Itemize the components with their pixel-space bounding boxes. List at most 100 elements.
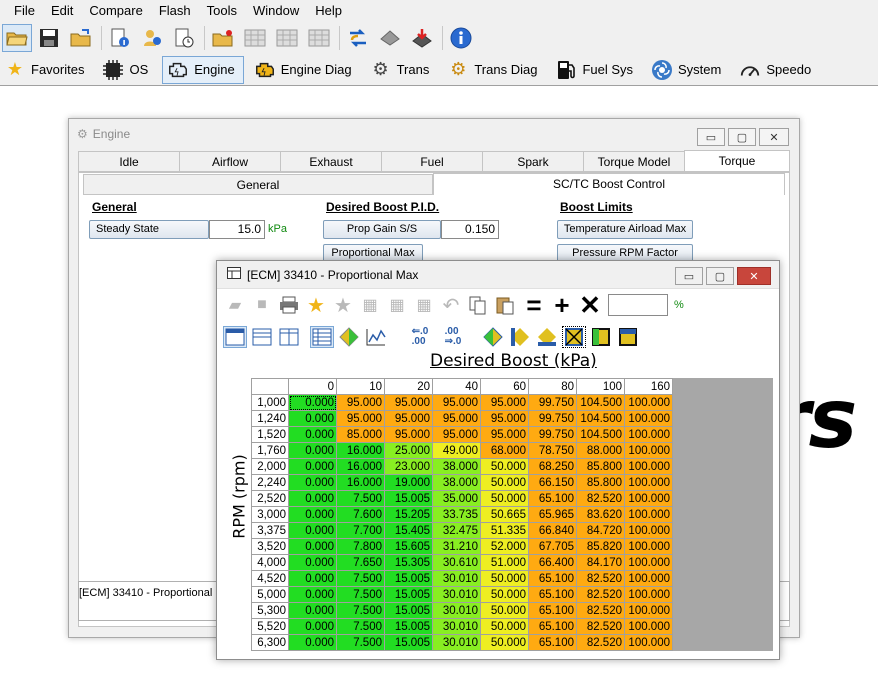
table-cell[interactable]: 100.000 [624, 554, 673, 571]
table-cell[interactable]: 85.820 [576, 538, 625, 555]
table-cell[interactable]: 50.665 [480, 506, 529, 523]
table-cell[interactable]: 15.205 [384, 506, 433, 523]
file-clock-button[interactable] [169, 24, 199, 52]
nav-system[interactable]: System [647, 56, 729, 84]
column-header[interactable]: 100 [576, 378, 625, 395]
column-header[interactable]: 80 [528, 378, 577, 395]
table-cell[interactable]: 15.305 [384, 554, 433, 571]
table-cell[interactable]: 7.500 [336, 586, 385, 603]
table-cell[interactable]: 50.000 [480, 490, 529, 507]
row-header[interactable]: 5,000 [251, 586, 289, 603]
table-minimize-button[interactable]: ▭ [675, 267, 703, 285]
vehicle-info-button[interactable] [137, 24, 167, 52]
table-cell[interactable]: 82.520 [576, 602, 625, 619]
table-cell[interactable]: 82.520 [576, 586, 625, 603]
table-cell[interactable]: 95.000 [432, 410, 481, 427]
menu-flash[interactable]: Flash [151, 0, 199, 22]
view-vertical-split-button[interactable] [277, 326, 301, 348]
table-cell[interactable]: 0.000 [288, 586, 337, 603]
table-cell[interactable]: 78.750 [528, 442, 577, 459]
table-cell[interactable]: 85.000 [336, 426, 385, 443]
row-header[interactable]: 2,240 [251, 474, 289, 491]
menu-window[interactable]: Window [245, 0, 307, 22]
menu-compare[interactable]: Compare [81, 0, 150, 22]
table-cell[interactable]: 68.250 [528, 458, 577, 475]
view-single-button[interactable] [223, 326, 247, 348]
set-equals-button[interactable]: = [520, 290, 548, 320]
table-cell[interactable]: 100.000 [624, 442, 673, 459]
table-cell[interactable]: 38.000 [432, 474, 481, 491]
table-cell[interactable]: 0.000 [288, 522, 337, 539]
table-cell[interactable]: 65.100 [528, 570, 577, 587]
table-cell[interactable]: 104.500 [576, 426, 625, 443]
table-cell[interactable]: 82.520 [576, 618, 625, 635]
table-cell[interactable]: 35.000 [432, 490, 481, 507]
table-cell[interactable]: 16.000 [336, 474, 385, 491]
table-cell[interactable]: 15.605 [384, 538, 433, 555]
decimal-increase-button[interactable]: .00 ⇒.0 [438, 326, 468, 348]
row-header[interactable]: 4,520 [251, 570, 289, 587]
tab-exhaust[interactable]: Exhaust [280, 151, 381, 172]
table-cell[interactable]: 100.000 [624, 538, 673, 555]
interpolate-button-6[interactable] [616, 326, 640, 348]
table-cell[interactable]: 0.000 [288, 394, 337, 411]
table-cell[interactable]: 100.000 [624, 394, 673, 411]
row-header[interactable]: 6,300 [251, 634, 289, 651]
open-folder-button[interactable] [2, 24, 32, 52]
row-header[interactable]: 3,520 [251, 538, 289, 555]
nav-os[interactable]: OS [98, 56, 156, 84]
grid-button-2[interactable] [272, 24, 302, 52]
nav-trans-diag[interactable]: ⚙ Trans Diag [443, 56, 545, 84]
table-cell[interactable]: 99.750 [528, 394, 577, 411]
column-header[interactable]: 40 [432, 378, 481, 395]
table-cell[interactable]: 100.000 [624, 586, 673, 603]
interpolate-button-3[interactable] [535, 326, 559, 348]
table-cell[interactable]: 95.000 [384, 410, 433, 427]
table-cell[interactable]: 65.100 [528, 602, 577, 619]
copy-button[interactable] [466, 294, 490, 316]
compare-button[interactable] [343, 24, 373, 52]
table-cell[interactable]: 65.100 [528, 490, 577, 507]
table-cell[interactable]: 15.005 [384, 618, 433, 635]
table-cell[interactable]: 25.000 [384, 442, 433, 459]
close-button[interactable]: ✕ [759, 128, 789, 146]
tab-torque-management[interactable]: Torque Management [684, 150, 790, 188]
table-cell[interactable]: 0.000 [288, 602, 337, 619]
table-cell[interactable]: 16.000 [336, 442, 385, 459]
row-header[interactable]: 4,000 [251, 554, 289, 571]
table-cell[interactable]: 0.000 [288, 426, 337, 443]
table-cell[interactable]: 30.010 [432, 586, 481, 603]
table-cell[interactable]: 51.335 [480, 522, 529, 539]
table-cell[interactable]: 65.100 [528, 634, 577, 651]
table-cell[interactable]: 100.000 [624, 522, 673, 539]
table-cell[interactable]: 100.000 [624, 618, 673, 635]
table-cell[interactable]: 100.000 [624, 458, 673, 475]
prop-gain-button[interactable]: Prop Gain S/S [323, 220, 441, 239]
column-header[interactable]: 60 [480, 378, 529, 395]
info-button[interactable] [446, 24, 476, 52]
paste-button[interactable] [493, 294, 517, 316]
row-header[interactable]: 2,000 [251, 458, 289, 475]
subtab-general[interactable]: General [83, 174, 433, 195]
save-table-button[interactable]: ■ [250, 294, 274, 316]
table-cell[interactable]: 15.005 [384, 570, 433, 587]
nav-engine[interactable]: Engine [162, 55, 244, 84]
nav-speedo[interactable]: Speedo [735, 56, 819, 84]
save-button[interactable] [34, 24, 64, 52]
interpolate-button-2[interactable] [508, 326, 532, 348]
table-cell[interactable]: 15.005 [384, 634, 433, 651]
table-cell[interactable]: 50.000 [480, 586, 529, 603]
nav-favorites[interactable]: ★ Favorites [0, 56, 92, 84]
chip-download-button[interactable] [407, 24, 437, 52]
row-header[interactable]: 3,000 [251, 506, 289, 523]
row-header[interactable]: 1,000 [251, 394, 289, 411]
table-cell[interactable]: 50.000 [480, 634, 529, 651]
table-cell[interactable]: 0.000 [288, 474, 337, 491]
grid-view-button-2[interactable]: ▦ [385, 294, 409, 316]
table-cell[interactable]: 7.650 [336, 554, 385, 571]
table-close-button[interactable]: ✕ [737, 267, 771, 285]
menu-edit[interactable]: Edit [43, 0, 81, 22]
table-cell[interactable]: 15.405 [384, 522, 433, 539]
table-cell[interactable]: 65.965 [528, 506, 577, 523]
table-cell[interactable]: 0.000 [288, 538, 337, 555]
